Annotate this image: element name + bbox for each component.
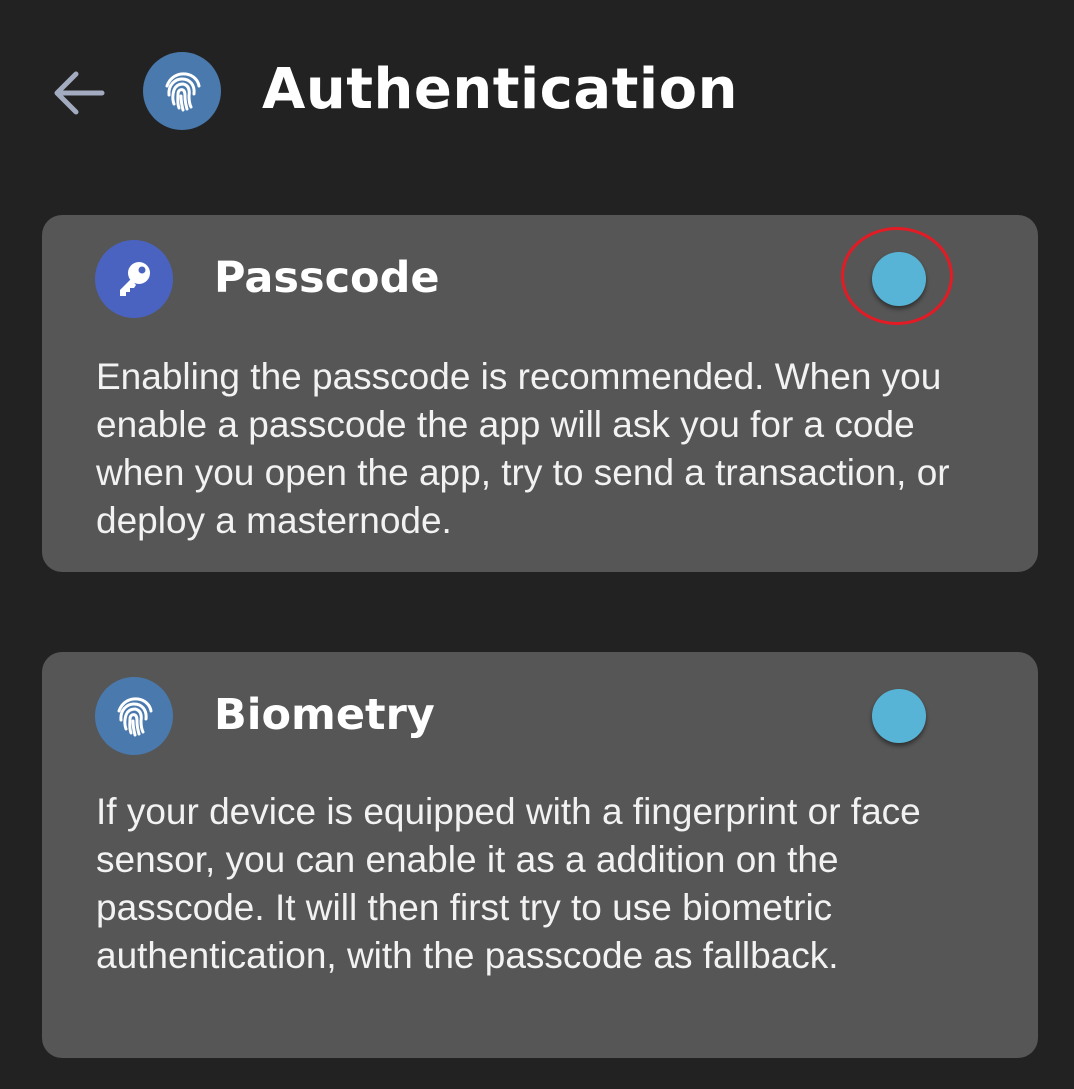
highlight-ring [841,227,953,325]
fingerprint-icon [95,677,173,755]
passcode-card: Passcode Enabling the passcode is recomm… [42,215,1038,572]
passcode-title: Passcode [214,253,440,303]
biometry-title: Biometry [214,690,435,740]
biometry-toggle[interactable] [872,689,926,743]
key-icon [95,240,173,318]
arrow-left-icon [54,71,105,115]
back-button[interactable] [50,64,108,122]
biometry-description: If your device is equipped with a finger… [96,791,921,976]
biometry-card: Biometry If your device is equipped with… [42,652,1038,1058]
page-title: Authentication [262,57,738,122]
fingerprint-icon [143,52,221,130]
passcode-description: Enabling the passcode is recommended. Wh… [96,356,950,541]
app-header: Authentication [0,0,1074,180]
